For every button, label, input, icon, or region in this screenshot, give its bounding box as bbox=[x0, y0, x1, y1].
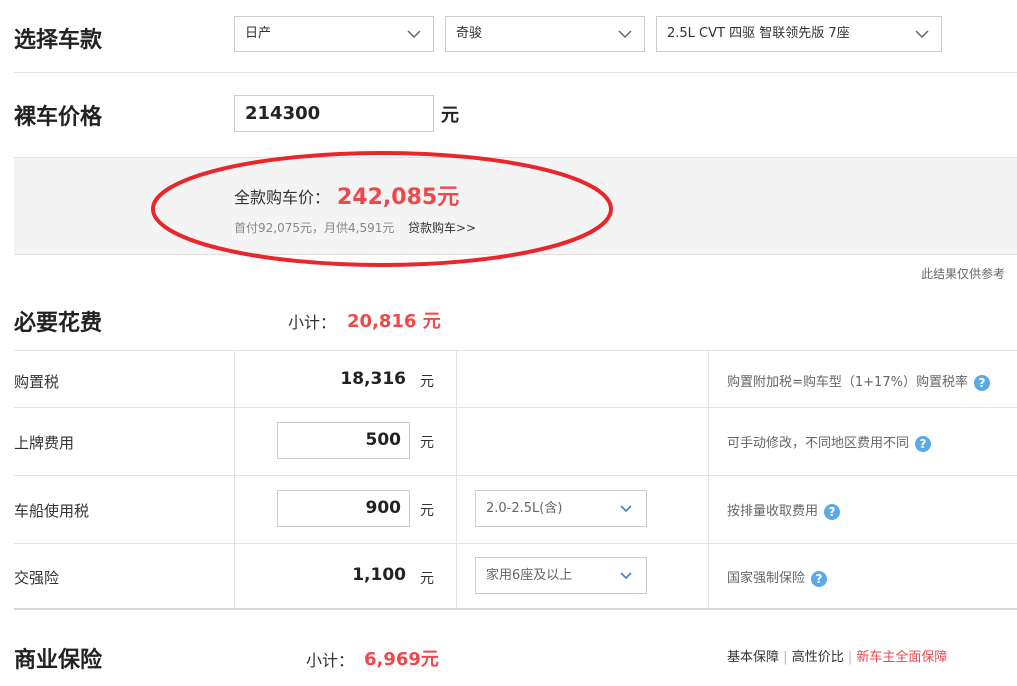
question-circle-icon[interactable]: ? bbox=[824, 503, 841, 520]
insurance-plan-tabs: 基本保障 | 高性价比 | 新车主全面保障 bbox=[727, 646, 947, 665]
compulsory-insurance-note-text: 国家强制保险 bbox=[727, 571, 806, 586]
plan-full[interactable]: 新车主全面保障 bbox=[856, 650, 947, 665]
license-fee-note: 可手动修改，不同地区费用不同? bbox=[727, 432, 932, 452]
plan-basic[interactable]: 基本保障 bbox=[727, 650, 779, 665]
commercial-subtotal-value: 6,969元 bbox=[364, 649, 439, 670]
seat-type-select[interactable]: 家用6座及以上 bbox=[475, 557, 647, 594]
question-circle-icon[interactable]: ? bbox=[973, 374, 990, 391]
column-divider bbox=[708, 350, 709, 608]
chevron-down-icon bbox=[407, 30, 421, 38]
table-divider bbox=[14, 608, 1017, 610]
license-fee-unit: 元 bbox=[420, 435, 434, 451]
separator: | bbox=[783, 650, 788, 665]
bare-price-input[interactable]: 214300 bbox=[234, 95, 434, 132]
license-fee-label: 上牌费用 bbox=[14, 434, 75, 452]
table-divider bbox=[14, 475, 1017, 476]
plan-value[interactable]: 高性价比 bbox=[792, 650, 844, 665]
model-select[interactable]: 奇骏 bbox=[445, 16, 645, 52]
vehicle-tax-unit: 元 bbox=[420, 503, 434, 519]
compulsory-insurance-note: 国家强制保险? bbox=[727, 567, 828, 587]
separator: | bbox=[847, 650, 853, 665]
vehicle-tax-label: 车船使用税 bbox=[14, 502, 90, 520]
select-car-title: 选择车款 bbox=[14, 28, 103, 53]
brand-select[interactable]: 日产 bbox=[234, 16, 434, 52]
compulsory-insurance-label: 交强险 bbox=[14, 569, 60, 587]
purchase-tax-unit: 元 bbox=[420, 374, 434, 390]
commercial-insurance-title: 商业保险 bbox=[14, 648, 103, 673]
brand-select-value: 日产 bbox=[245, 26, 272, 41]
model-select-value: 奇骏 bbox=[456, 26, 483, 41]
bare-price-unit: 元 bbox=[441, 105, 459, 126]
column-divider bbox=[234, 350, 235, 608]
chevron-down-icon bbox=[620, 505, 632, 512]
bare-price-title: 裸车价格 bbox=[14, 105, 103, 130]
highlight-ellipse bbox=[151, 151, 613, 267]
displacement-select[interactable]: 2.0-2.5L(含) bbox=[475, 490, 647, 527]
column-divider bbox=[456, 350, 457, 608]
necessary-subtotal-value: 20,816 元 bbox=[347, 311, 441, 332]
seat-type-select-value: 家用6座及以上 bbox=[486, 568, 573, 583]
table-divider bbox=[14, 350, 1017, 351]
chevron-down-icon bbox=[620, 572, 632, 579]
vehicle-tax-note: 按排量收取费用? bbox=[727, 500, 841, 520]
compulsory-insurance-unit: 元 bbox=[420, 571, 434, 587]
divider bbox=[14, 72, 1017, 73]
purchase-tax-note-text: 购置附加税=购车型（1+17%）购置税率 bbox=[727, 375, 968, 390]
table-divider bbox=[14, 407, 1017, 408]
compulsory-insurance-value: 1,100 bbox=[352, 565, 406, 585]
license-fee-note-text: 可手动修改，不同地区费用不同 bbox=[727, 436, 910, 451]
purchase-tax-label: 购置税 bbox=[14, 373, 60, 391]
necessary-subtotal-label: 小计： bbox=[288, 313, 337, 332]
license-fee-input[interactable]: 500 bbox=[277, 422, 410, 459]
necessary-costs-title: 必要花费 bbox=[14, 311, 103, 336]
vehicle-tax-input[interactable]: 900 bbox=[277, 490, 410, 527]
trim-select[interactable]: 2.5L CVT 四驱 智联领先版 7座 bbox=[656, 16, 942, 52]
vehicle-tax-note-text: 按排量收取费用 bbox=[727, 504, 819, 519]
chevron-down-icon bbox=[618, 30, 632, 38]
trim-select-value: 2.5L CVT 四驱 智联领先版 7座 bbox=[667, 26, 850, 41]
purchase-tax-value: 18,316 bbox=[340, 369, 406, 389]
purchase-tax-note: 购置附加税=购车型（1+17%）购置税率? bbox=[727, 371, 990, 391]
disclaimer: 此结果仅供参考 bbox=[921, 267, 1006, 281]
question-circle-icon[interactable]: ? bbox=[915, 435, 932, 452]
chevron-down-icon bbox=[915, 30, 929, 38]
commercial-subtotal-label: 小计： bbox=[306, 651, 355, 670]
question-circle-icon[interactable]: ? bbox=[811, 570, 828, 587]
displacement-select-value: 2.0-2.5L(含) bbox=[486, 501, 563, 516]
table-divider bbox=[14, 543, 1017, 544]
